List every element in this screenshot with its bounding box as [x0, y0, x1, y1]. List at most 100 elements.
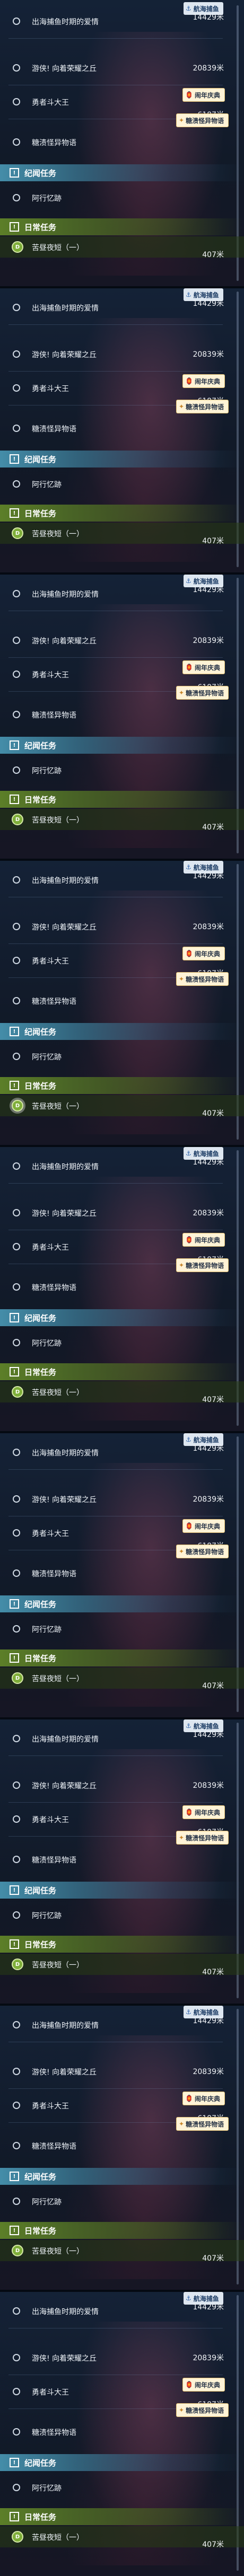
quest-track-radio[interactable] — [13, 711, 20, 718]
daily-quest-icon[interactable]: D — [12, 1100, 23, 1111]
quest-title[interactable]: 糖渍怪异物语 — [32, 1282, 76, 1293]
quest-title[interactable]: 糖渍怪异物语 — [32, 2141, 76, 2151]
quest-track-radio[interactable] — [13, 957, 20, 964]
quest-title[interactable]: 游侠! 向着荣耀之丘 — [32, 1494, 97, 1505]
quest-track-radio[interactable] — [13, 2102, 20, 2109]
quest-title[interactable]: 出海捕鱼时期的爱情 — [32, 2306, 99, 2317]
quest-title[interactable]: 出海捕鱼时期的爱情 — [32, 1734, 99, 1744]
quest-track-radio[interactable] — [13, 2354, 20, 2361]
section-daily-quests[interactable]: ! 日常任务 — [0, 218, 244, 235]
section-daily-quests[interactable]: ! 日常任务 — [0, 2508, 244, 2525]
daily-quest-icon[interactable]: D — [12, 814, 23, 825]
section-daily-quests[interactable]: ! 日常任务 — [0, 505, 244, 522]
quest-title[interactable]: 苦昼夜短（一） — [32, 1101, 84, 1111]
quest-title[interactable]: 阿行忆跡 — [32, 479, 62, 490]
quest-title[interactable]: 糖渍怪异物语 — [32, 996, 76, 1007]
quest-track-radio[interactable] — [13, 923, 20, 930]
quest-track-radio[interactable] — [13, 1243, 20, 1250]
quest-title[interactable]: 阿行忆跡 — [32, 2483, 62, 2493]
quest-track-radio[interactable] — [13, 2198, 20, 2205]
quest-title[interactable]: 苦昼夜短（一） — [32, 242, 84, 253]
quest-title[interactable]: 阿行忆跡 — [32, 1338, 62, 1348]
section-side-quests[interactable]: ! 纪闻任务 — [0, 2454, 244, 2471]
quest-title[interactable]: 阿行忆跡 — [32, 1910, 62, 1921]
quest-track-radio[interactable] — [13, 1209, 20, 1216]
section-side-quests[interactable]: ! 纪闻任务 — [0, 1882, 244, 1899]
quest-title[interactable]: 勇者斗大王 — [32, 669, 69, 680]
quest-title[interactable]: 阿行忆跡 — [32, 1624, 62, 1635]
daily-quest-icon[interactable]: D — [12, 1386, 23, 1398]
quest-track-radio[interactable] — [13, 2388, 20, 2395]
quest-title[interactable]: 勇者斗大王 — [32, 2101, 69, 2111]
section-side-quests[interactable]: ! 纪闻任务 — [0, 1023, 244, 1040]
quest-title[interactable]: 阿行忆跡 — [32, 193, 62, 204]
quest-track-radio[interactable] — [13, 766, 20, 774]
section-side-quests[interactable]: ! 纪闻任务 — [0, 1595, 244, 1612]
daily-quest-icon[interactable]: D — [12, 527, 23, 539]
quest-title[interactable]: 勇者斗大王 — [32, 1242, 69, 1252]
section-side-quests[interactable]: ! 纪闻任务 — [0, 1309, 244, 1326]
quest-title[interactable]: 阿行忆跡 — [32, 1052, 62, 1062]
quest-title[interactable]: 糖渍怪异物语 — [32, 137, 76, 148]
quest-track-radio[interactable] — [13, 17, 20, 25]
quest-track-radio[interactable] — [13, 1856, 20, 1863]
section-daily-quests[interactable]: ! 日常任务 — [0, 1077, 244, 1094]
quest-track-radio[interactable] — [13, 1495, 20, 1503]
quest-title[interactable]: 勇者斗大王 — [32, 1814, 69, 1825]
quest-title[interactable]: 勇者斗大王 — [32, 2387, 69, 2397]
quest-title[interactable]: 游侠! 向着荣耀之丘 — [32, 1780, 97, 1791]
quest-track-radio[interactable] — [13, 1735, 20, 1742]
quest-title[interactable]: 糖渍怪异物语 — [32, 1568, 76, 1579]
quest-title[interactable]: 糖渍怪异物语 — [32, 1855, 76, 1865]
quest-title[interactable]: 游侠! 向着荣耀之丘 — [32, 1208, 97, 1219]
quest-track-radio[interactable] — [13, 1815, 20, 1823]
quest-track-radio[interactable] — [13, 2068, 20, 2075]
daily-quest-icon[interactable]: D — [12, 241, 23, 253]
section-daily-quests[interactable]: ! 日常任务 — [0, 2222, 244, 2239]
quest-title[interactable]: 游侠! 向着荣耀之丘 — [32, 63, 97, 74]
quest-title[interactable]: 出海捕鱼时期的爱情 — [32, 589, 99, 599]
section-side-quests[interactable]: ! 纪闻任务 — [0, 451, 244, 467]
section-side-quests[interactable]: ! 纪闻任务 — [0, 2168, 244, 2185]
quest-track-radio[interactable] — [13, 194, 20, 201]
quest-track-radio[interactable] — [13, 1162, 20, 1170]
section-daily-quests[interactable]: ! 日常任务 — [0, 1936, 244, 1953]
quest-track-radio[interactable] — [13, 1911, 20, 1919]
quest-title[interactable]: 阿行忆跡 — [32, 2196, 62, 2207]
quest-title[interactable]: 勇者斗大王 — [32, 383, 69, 394]
daily-quest-icon[interactable]: D — [12, 2531, 23, 2543]
quest-title[interactable]: 苦昼夜短（一） — [32, 1673, 84, 1684]
quest-title[interactable]: 苦昼夜短（一） — [32, 815, 84, 825]
quest-track-radio[interactable] — [13, 1339, 20, 1346]
quest-title[interactable]: 勇者斗大王 — [32, 956, 69, 966]
quest-title[interactable]: 游侠! 向着荣耀之丘 — [32, 636, 97, 646]
quest-track-radio[interactable] — [13, 1625, 20, 1633]
quest-title[interactable]: 苦昼夜短（一） — [32, 2246, 84, 2256]
daily-quest-icon[interactable]: D — [12, 1959, 23, 1970]
quest-track-radio[interactable] — [13, 64, 20, 72]
quest-track-radio[interactable] — [13, 350, 20, 358]
quest-title[interactable]: 糖渍怪异物语 — [32, 710, 76, 720]
quest-title[interactable]: 勇者斗大王 — [32, 97, 69, 108]
quest-title[interactable]: 出海捕鱼时期的爱情 — [32, 2020, 99, 2031]
quest-title[interactable]: 出海捕鱼时期的爱情 — [32, 1448, 99, 1458]
quest-title[interactable]: 勇者斗大王 — [32, 1528, 69, 1539]
quest-title[interactable]: 苦昼夜短（一） — [32, 1387, 84, 1398]
section-daily-quests[interactable]: ! 日常任务 — [0, 1649, 244, 1666]
quest-title[interactable]: 阿行忆跡 — [32, 765, 62, 776]
quest-track-radio[interactable] — [13, 98, 20, 105]
quest-track-radio[interactable] — [13, 590, 20, 597]
daily-quest-icon[interactable]: D — [12, 1672, 23, 1684]
quest-track-radio[interactable] — [13, 1053, 20, 1060]
quest-track-radio[interactable] — [13, 1529, 20, 1537]
quest-track-radio[interactable] — [13, 138, 20, 146]
section-side-quests[interactable]: ! 纪闻任务 — [0, 737, 244, 754]
quest-track-radio[interactable] — [13, 384, 20, 392]
quest-track-radio[interactable] — [13, 1449, 20, 1456]
quest-track-radio[interactable] — [13, 2307, 20, 2315]
quest-track-radio[interactable] — [13, 671, 20, 678]
quest-title[interactable]: 糖渍怪异物语 — [32, 2427, 76, 2438]
quest-title[interactable]: 出海捕鱼时期的爱情 — [32, 875, 99, 886]
quest-title[interactable]: 苦昼夜短（一） — [32, 528, 84, 539]
quest-track-radio[interactable] — [13, 1781, 20, 1789]
